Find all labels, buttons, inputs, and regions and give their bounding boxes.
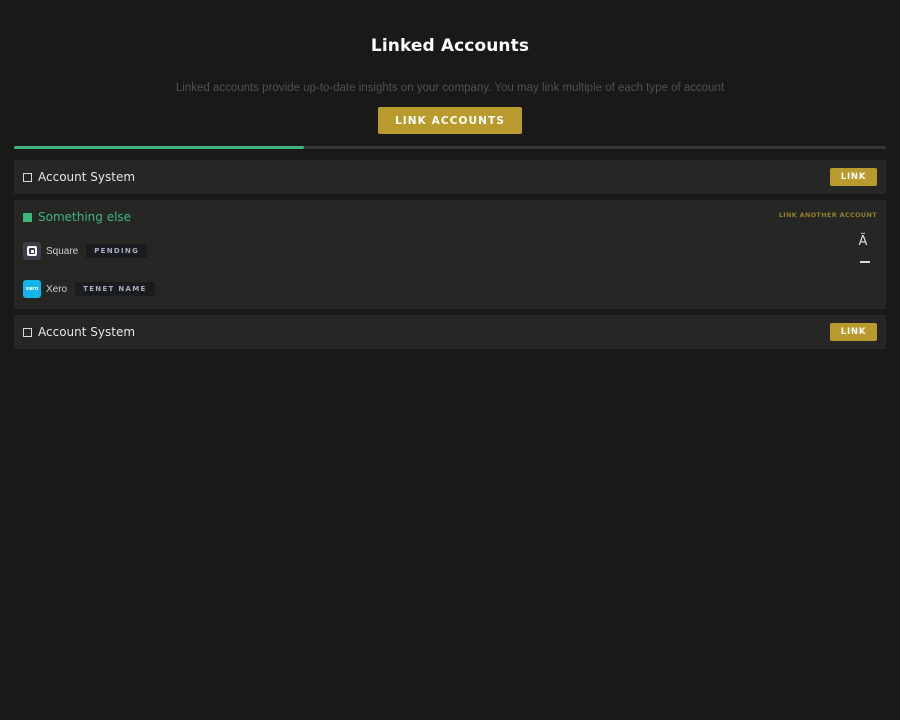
linked-accounts-page: Linked Accounts Linked accounts provide …	[0, 0, 900, 720]
status-badge: PENDING	[86, 244, 148, 258]
link-accounts-button[interactable]: LINK ACCOUNTS	[378, 107, 522, 134]
link-another-account-link[interactable]: LINK ANOTHER ACCOUNT	[779, 211, 877, 219]
square-logo-icon	[23, 242, 41, 260]
card-header: Account System	[23, 160, 135, 194]
card-checkbox-checked[interactable]	[23, 212, 32, 222]
page-title: Linked Accounts	[370, 36, 530, 56]
card-title: Something else	[38, 210, 132, 224]
card-checkbox[interactable]	[23, 327, 32, 337]
card-header: Account System	[23, 315, 135, 349]
page-subtitle: Linked accounts provide up-to-date insig…	[175, 82, 725, 94]
account-system-card: Account System LINK	[14, 160, 886, 194]
card-header: Something else	[23, 200, 131, 234]
account-name: Square	[46, 245, 79, 257]
linked-account-row: Square PENDING	[23, 242, 148, 260]
linked-account-row: xero Xero TENET NAME	[23, 280, 155, 298]
something-else-card: Something else LINK ANOTHER ACCOUNT Squa…	[14, 200, 886, 309]
account-name: Xero	[46, 283, 68, 295]
card-title: Account System	[38, 325, 136, 339]
remove-account-icon[interactable]	[860, 261, 870, 263]
link-button[interactable]: LINK	[830, 323, 877, 341]
progress-bar-fill	[14, 145, 305, 149]
xero-logo-icon: xero	[23, 280, 41, 298]
card-checkbox[interactable]	[23, 172, 32, 182]
tenant-badge: TENET NAME	[75, 282, 155, 296]
card-title: Account System	[38, 170, 136, 184]
progress-bar	[14, 145, 886, 149]
account-action-icon[interactable]: Ã	[857, 234, 869, 249]
link-button[interactable]: LINK	[830, 168, 877, 186]
account-system-card: Account System LINK	[14, 315, 886, 349]
